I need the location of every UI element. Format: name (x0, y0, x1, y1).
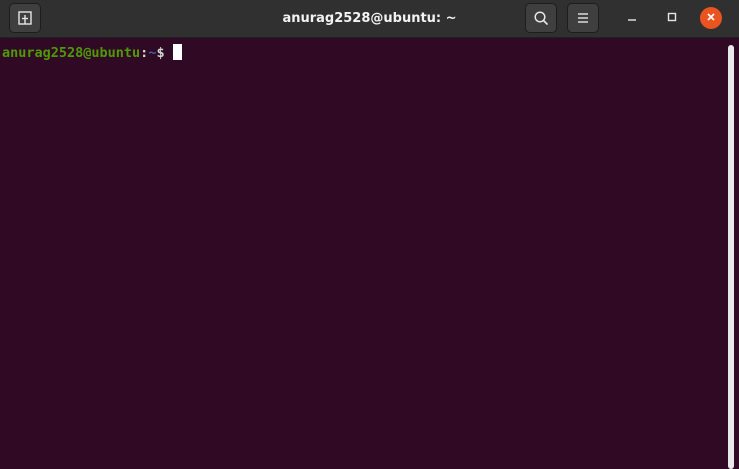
maximize-icon (667, 9, 677, 27)
scrollbar-thumb[interactable] (728, 45, 734, 469)
hamburger-menu-icon (576, 12, 590, 24)
title-bar[interactable]: anurag2528@ubuntu: ~ (0, 0, 739, 38)
text-cursor (172, 44, 182, 60)
terminal-window: anurag2528@ubuntu: ~ anurag2528@ubuntu:~… (0, 0, 739, 469)
prompt-symbol: $ (156, 45, 165, 61)
scrollbar[interactable] (725, 38, 739, 469)
new-tab-icon (17, 10, 33, 26)
search-icon (533, 10, 549, 26)
search-button[interactable] (525, 3, 557, 33)
close-button[interactable] (700, 7, 722, 29)
prompt-user-host: anurag2528@ubuntu (2, 45, 141, 61)
minimize-icon (627, 9, 637, 27)
terminal-area[interactable]: anurag2528@ubuntu:~$ (0, 38, 725, 469)
close-icon (706, 9, 716, 27)
new-tab-button[interactable] (9, 3, 41, 33)
menu-button[interactable] (567, 3, 599, 33)
minimize-button[interactable] (621, 7, 643, 29)
maximize-button[interactable] (661, 7, 683, 29)
